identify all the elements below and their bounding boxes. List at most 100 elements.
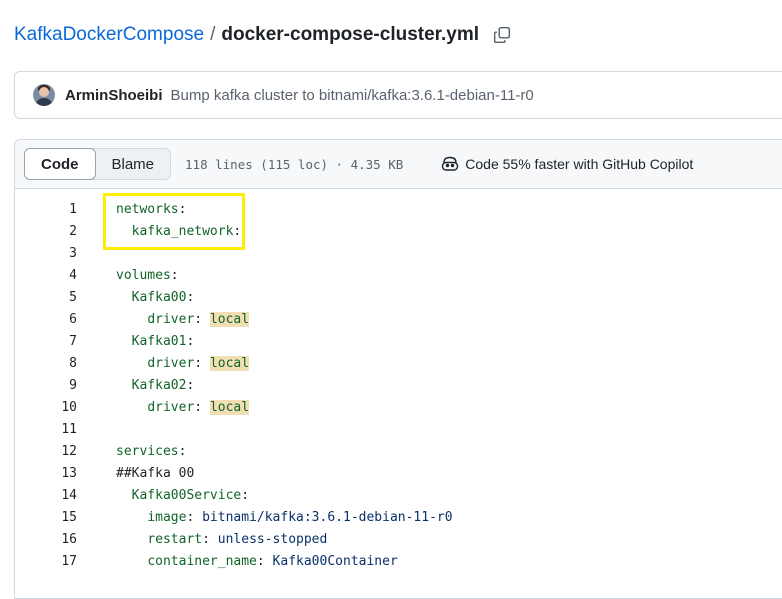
line-content: image: bitnami/kafka:3.6.1-debian-11-r0 xyxy=(116,509,453,525)
line-content: driver: local xyxy=(116,311,250,327)
line-number[interactable]: 12 xyxy=(15,444,77,459)
yaml-value: local xyxy=(209,399,250,415)
line-number[interactable]: 2 xyxy=(15,224,77,239)
line-content: Kafka00Service: xyxy=(116,488,249,503)
line-number[interactable]: 1 xyxy=(15,202,77,217)
yaml-key: volumes xyxy=(116,267,171,283)
line-content: container_name: Kafka00Container xyxy=(116,553,398,569)
yaml-colon: : xyxy=(194,355,210,371)
code-line: 13 ##Kafka 00 xyxy=(15,462,782,484)
yaml-colon: : xyxy=(186,509,203,525)
yaml-key: Kafka02 xyxy=(131,377,187,393)
code-line: 4 volumes: xyxy=(15,264,782,286)
copy-icon[interactable] xyxy=(493,26,511,44)
breadcrumb-separator: / xyxy=(210,24,216,45)
code-line: 8 driver: local xyxy=(15,352,782,374)
code-line: 2 kafka_network: xyxy=(15,220,782,242)
repo-link[interactable]: KafkaDockerCompose xyxy=(14,24,204,46)
line-number[interactable]: 3 xyxy=(15,246,77,261)
line-content: driver: local xyxy=(116,399,250,415)
yaml-value: Kafka00Container xyxy=(272,553,398,569)
code-view: 1 networks: 2 kafka_network: 3 4 volumes: 5 Ka… xyxy=(15,198,782,572)
breadcrumb: KafkaDockerCompose / docker-compose-clus… xyxy=(14,22,511,48)
line-number[interactable]: 9 xyxy=(15,378,77,393)
copilot-label: Code 55% faster with GitHub Copilot xyxy=(465,156,694,172)
blame-tab-button[interactable]: Blame xyxy=(96,149,171,179)
yaml-key: driver xyxy=(147,311,195,327)
code-line: 12 services: xyxy=(15,440,782,462)
file-name: docker-compose-cluster.yml xyxy=(221,24,480,45)
line-number[interactable]: 10 xyxy=(15,400,77,415)
yaml-key: driver xyxy=(147,399,195,415)
line-content: ##Kafka 00 xyxy=(116,466,194,481)
line-content: Kafka02: xyxy=(116,377,195,393)
line-number[interactable]: 6 xyxy=(15,312,77,327)
avatar[interactable] xyxy=(33,84,55,106)
line-content: restart: unless-stopped xyxy=(116,532,327,547)
code-comment: ##Kafka 00 xyxy=(116,465,195,481)
line-number[interactable]: 16 xyxy=(15,532,77,547)
line-content: services: xyxy=(116,444,186,459)
code-line: 7 Kafka01: xyxy=(15,330,782,352)
code-line: 6 driver: local xyxy=(15,308,782,330)
line-number[interactable]: 11 xyxy=(15,422,77,437)
line-number[interactable]: 7 xyxy=(15,334,77,349)
line-number[interactable]: 17 xyxy=(15,554,77,569)
yaml-key: Kafka00 xyxy=(131,289,187,305)
yaml-colon: : xyxy=(178,443,187,459)
line-number[interactable]: 14 xyxy=(15,488,77,503)
yaml-colon: : xyxy=(194,399,210,415)
code-line: 10 driver: local xyxy=(15,396,782,418)
code-line: 17 container_name: Kafka00Container xyxy=(15,550,782,572)
yaml-colon: : xyxy=(170,267,179,283)
code-line: 15 image: bitnami/kafka:3.6.1-debian-11-… xyxy=(15,506,782,528)
line-number[interactable]: 15 xyxy=(15,510,77,525)
code-line: 11 xyxy=(15,418,782,440)
code-tab-button[interactable]: Code xyxy=(24,148,96,180)
yaml-key: Kafka00Service xyxy=(131,487,242,503)
yaml-key: networks xyxy=(116,201,179,217)
commit-message-link[interactable]: Bump kafka cluster to bitnami/kafka:3.6.… xyxy=(171,87,534,104)
line-number[interactable]: 13 xyxy=(15,466,77,481)
code-line: 5 Kafka00: xyxy=(15,286,782,308)
code-line: 16 restart: unless-stopped xyxy=(15,528,782,550)
line-content: Kafka01: xyxy=(116,333,195,349)
yaml-colon: : xyxy=(194,311,210,327)
line-number[interactable]: 5 xyxy=(15,290,77,305)
yaml-colon: : xyxy=(186,289,195,305)
view-toggle: Code Blame xyxy=(24,148,172,180)
yaml-colon: : xyxy=(202,531,218,547)
code-line: 14 Kafka00Service: xyxy=(15,484,782,506)
line-content: driver: local xyxy=(116,355,250,371)
yaml-value: bitnami/kafka:3.6.1-debian-11-r0 xyxy=(202,509,453,525)
line-content: networks: xyxy=(116,202,186,217)
line-number[interactable]: 4 xyxy=(15,268,77,283)
latest-commit-bar: ArminShoeibi Bump kafka cluster to bitna… xyxy=(14,71,782,119)
commit-author-link[interactable]: ArminShoeibi xyxy=(65,87,163,104)
yaml-colon: : xyxy=(186,377,195,393)
yaml-colon: : xyxy=(241,487,250,503)
file-header: Code Blame 118 lines (115 loc) · 4.35 KB… xyxy=(15,140,782,189)
yaml-colon: : xyxy=(186,333,195,349)
yaml-key: image xyxy=(147,509,187,525)
line-number[interactable]: 8 xyxy=(15,356,77,371)
yaml-colon: : xyxy=(178,201,187,217)
line-content: kafka_network: xyxy=(116,223,242,239)
yaml-value: unless-stopped xyxy=(217,531,328,547)
code-line: 9 Kafka02: xyxy=(15,374,782,396)
code-line: 1 networks: xyxy=(15,198,782,220)
copilot-icon xyxy=(442,156,459,171)
yaml-key: container_name xyxy=(147,553,257,569)
code-line: 3 xyxy=(15,242,782,264)
yaml-key: services xyxy=(116,443,179,459)
line-content: Kafka00: xyxy=(116,289,195,305)
yaml-key: kafka_network xyxy=(131,223,234,239)
yaml-key: restart xyxy=(147,531,203,547)
yaml-key: driver xyxy=(147,355,195,371)
yaml-value: local xyxy=(209,355,250,371)
yaml-value: local xyxy=(209,311,250,327)
copilot-promo-link[interactable]: Code 55% faster with GitHub Copilot xyxy=(441,156,693,172)
line-content: volumes: xyxy=(116,268,179,283)
yaml-key: Kafka01 xyxy=(131,333,187,349)
yaml-colon: : xyxy=(256,553,273,569)
